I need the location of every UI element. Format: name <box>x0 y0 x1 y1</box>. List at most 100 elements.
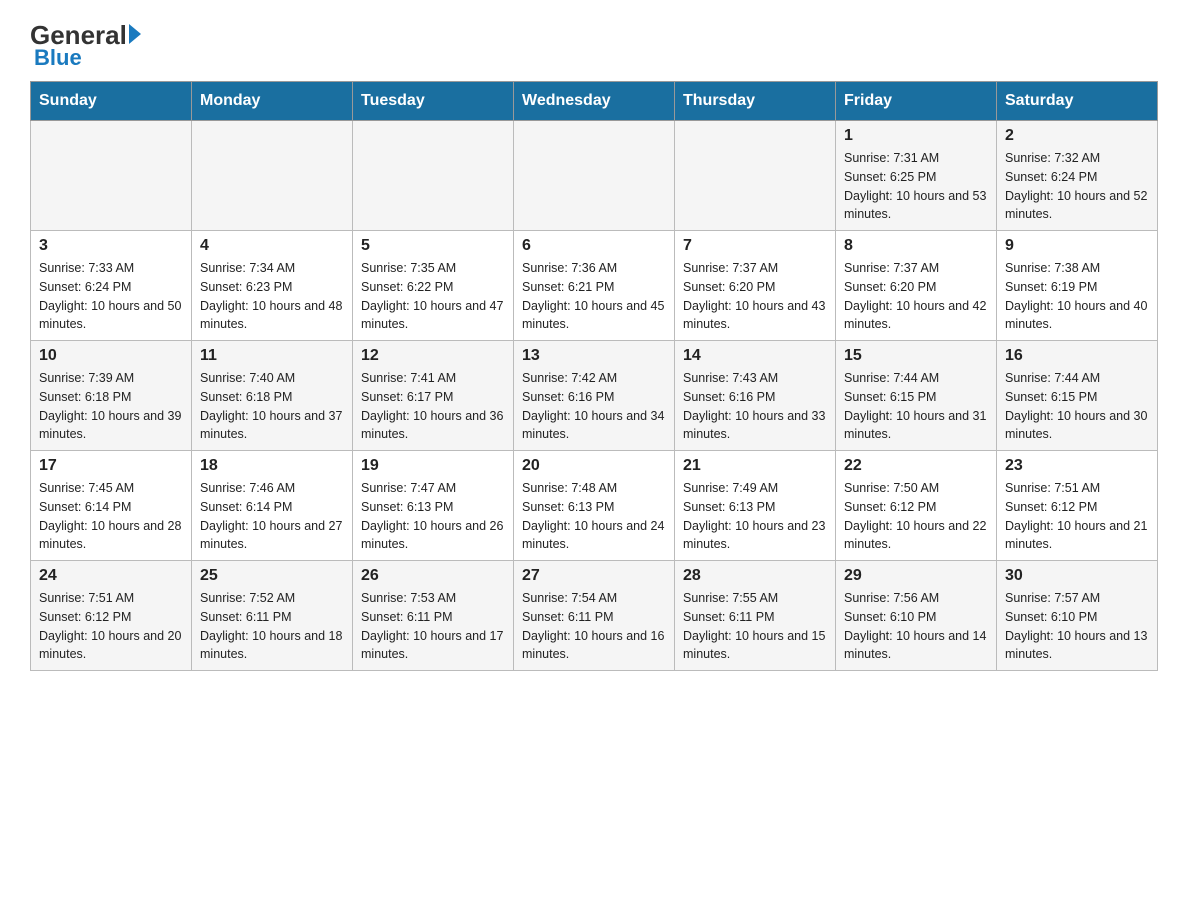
day-info: Sunrise: 7:52 AMSunset: 6:11 PMDaylight:… <box>200 589 344 664</box>
day-number: 29 <box>844 567 988 585</box>
day-info: Sunrise: 7:47 AMSunset: 6:13 PMDaylight:… <box>361 479 505 554</box>
calendar-cell: 1 Sunrise: 7:31 AMSunset: 6:25 PMDaylight… <box>836 121 997 231</box>
logo-arrow-icon <box>129 24 141 44</box>
day-info: Sunrise: 7:33 AMSunset: 6:24 PMDaylight:… <box>39 259 183 334</box>
day-number: 21 <box>683 457 827 475</box>
day-number: 22 <box>844 457 988 475</box>
weekday-header-saturday: Saturday <box>997 82 1158 121</box>
day-number: 9 <box>1005 237 1149 255</box>
day-info: Sunrise: 7:56 AMSunset: 6:10 PMDaylight:… <box>844 589 988 664</box>
calendar-table: SundayMondayTuesdayWednesdayThursdayFrid… <box>30 81 1158 671</box>
day-number: 4 <box>200 237 344 255</box>
day-number: 11 <box>200 347 344 365</box>
day-info: Sunrise: 7:51 AMSunset: 6:12 PMDaylight:… <box>1005 479 1149 554</box>
weekday-header-row: SundayMondayTuesdayWednesdayThursdayFrid… <box>31 82 1158 121</box>
calendar-cell: 20Sunrise: 7:48 AMSunset: 6:13 PMDayligh… <box>514 451 675 561</box>
day-number: 6 <box>522 237 666 255</box>
day-info: Sunrise: 7:53 AMSunset: 6:11 PMDaylight:… <box>361 589 505 664</box>
calendar-cell: 21 Sunrise: 7:49 AMSunset: 6:13 PMDayligh… <box>675 451 836 561</box>
calendar-cell: 5 Sunrise: 7:35 AMSunset: 6:22 PMDaylight… <box>353 231 514 341</box>
day-info: Sunrise: 7:50 AMSunset: 6:12 PMDaylight:… <box>844 479 988 554</box>
calendar-cell: 29 Sunrise: 7:56 AMSunset: 6:10 PMDayligh… <box>836 561 997 671</box>
day-number: 19 <box>361 457 505 475</box>
day-info: Sunrise: 7:41 AMSunset: 6:17 PMDaylight:… <box>361 369 505 444</box>
calendar-cell: 16 Sunrise: 7:44 AMSunset: 6:15 PMDayligh… <box>997 341 1158 451</box>
weekday-header-thursday: Thursday <box>675 82 836 121</box>
weekday-header-friday: Friday <box>836 82 997 121</box>
day-number: 12 <box>361 347 505 365</box>
calendar-cell: 4 Sunrise: 7:34 AMSunset: 6:23 PMDaylight… <box>192 231 353 341</box>
calendar-cell: 18Sunrise: 7:46 AMSunset: 6:14 PMDayligh… <box>192 451 353 561</box>
day-number: 27 <box>522 567 666 585</box>
weekday-header-wednesday: Wednesday <box>514 82 675 121</box>
day-info: Sunrise: 7:35 AMSunset: 6:22 PMDaylight:… <box>361 259 505 334</box>
day-info: Sunrise: 7:37 AMSunset: 6:20 PMDaylight:… <box>683 259 827 334</box>
day-info: Sunrise: 7:57 AMSunset: 6:10 PMDaylight:… <box>1005 589 1149 664</box>
calendar-cell: 12 Sunrise: 7:41 AMSunset: 6:17 PMDayligh… <box>353 341 514 451</box>
calendar-cell: 10Sunrise: 7:39 AMSunset: 6:18 PMDayligh… <box>31 341 192 451</box>
day-info: Sunrise: 7:32 AMSunset: 6:24 PMDaylight:… <box>1005 149 1149 224</box>
day-info: Sunrise: 7:39 AMSunset: 6:18 PMDaylight:… <box>39 369 183 444</box>
day-info: Sunrise: 7:34 AMSunset: 6:23 PMDaylight:… <box>200 259 344 334</box>
calendar-cell <box>514 121 675 231</box>
weekday-header-sunday: Sunday <box>31 82 192 121</box>
weekday-header-monday: Monday <box>192 82 353 121</box>
calendar-cell: 30 Sunrise: 7:57 AMSunset: 6:10 PMDayligh… <box>997 561 1158 671</box>
calendar-week-row: 10Sunrise: 7:39 AMSunset: 6:18 PMDayligh… <box>31 341 1158 451</box>
day-number: 30 <box>1005 567 1149 585</box>
day-number: 5 <box>361 237 505 255</box>
day-info: Sunrise: 7:31 AMSunset: 6:25 PMDaylight:… <box>844 149 988 224</box>
calendar-cell <box>675 121 836 231</box>
logo: General Blue <box>30 20 141 71</box>
day-number: 17 <box>39 457 183 475</box>
day-number: 1 <box>844 127 988 145</box>
day-info: Sunrise: 7:40 AMSunset: 6:18 PMDaylight:… <box>200 369 344 444</box>
calendar-cell: 13 Sunrise: 7:42 AMSunset: 6:16 PMDayligh… <box>514 341 675 451</box>
day-number: 24 <box>39 567 183 585</box>
day-info: Sunrise: 7:42 AMSunset: 6:16 PMDaylight:… <box>522 369 666 444</box>
day-info: Sunrise: 7:48 AMSunset: 6:13 PMDaylight:… <box>522 479 666 554</box>
day-info: Sunrise: 7:36 AMSunset: 6:21 PMDaylight:… <box>522 259 666 334</box>
calendar-cell: 2Sunrise: 7:32 AMSunset: 6:24 PMDaylight… <box>997 121 1158 231</box>
day-info: Sunrise: 7:38 AMSunset: 6:19 PMDaylight:… <box>1005 259 1149 334</box>
day-info: Sunrise: 7:43 AMSunset: 6:16 PMDaylight:… <box>683 369 827 444</box>
calendar-cell: 9 Sunrise: 7:38 AMSunset: 6:19 PMDaylight… <box>997 231 1158 341</box>
calendar-cell: 27 Sunrise: 7:54 AMSunset: 6:11 PMDayligh… <box>514 561 675 671</box>
calendar-week-row: 3 Sunrise: 7:33 AMSunset: 6:24 PMDaylight… <box>31 231 1158 341</box>
calendar-cell: 15 Sunrise: 7:44 AMSunset: 6:15 PMDayligh… <box>836 341 997 451</box>
calendar-week-row: 24 Sunrise: 7:51 AMSunset: 6:12 PMDayligh… <box>31 561 1158 671</box>
day-info: Sunrise: 7:44 AMSunset: 6:15 PMDaylight:… <box>1005 369 1149 444</box>
calendar-cell: 28 Sunrise: 7:55 AMSunset: 6:11 PMDayligh… <box>675 561 836 671</box>
day-number: 25 <box>200 567 344 585</box>
calendar-cell: 6 Sunrise: 7:36 AMSunset: 6:21 PMDaylight… <box>514 231 675 341</box>
day-info: Sunrise: 7:37 AMSunset: 6:20 PMDaylight:… <box>844 259 988 334</box>
day-info: Sunrise: 7:45 AMSunset: 6:14 PMDaylight:… <box>39 479 183 554</box>
calendar-cell: 22 Sunrise: 7:50 AMSunset: 6:12 PMDayligh… <box>836 451 997 561</box>
calendar-cell: 24 Sunrise: 7:51 AMSunset: 6:12 PMDayligh… <box>31 561 192 671</box>
day-info: Sunrise: 7:54 AMSunset: 6:11 PMDaylight:… <box>522 589 666 664</box>
calendar-cell <box>192 121 353 231</box>
day-number: 7 <box>683 237 827 255</box>
day-number: 3 <box>39 237 183 255</box>
day-info: Sunrise: 7:55 AMSunset: 6:11 PMDaylight:… <box>683 589 827 664</box>
weekday-header-tuesday: Tuesday <box>353 82 514 121</box>
calendar-cell: 7 Sunrise: 7:37 AMSunset: 6:20 PMDaylight… <box>675 231 836 341</box>
day-number: 8 <box>844 237 988 255</box>
day-number: 15 <box>844 347 988 365</box>
calendar-cell: 19 Sunrise: 7:47 AMSunset: 6:13 PMDayligh… <box>353 451 514 561</box>
calendar-cell: 26 Sunrise: 7:53 AMSunset: 6:11 PMDayligh… <box>353 561 514 671</box>
calendar-cell: 25 Sunrise: 7:52 AMSunset: 6:11 PMDayligh… <box>192 561 353 671</box>
calendar-cell <box>31 121 192 231</box>
calendar-cell: 17 Sunrise: 7:45 AMSunset: 6:14 PMDayligh… <box>31 451 192 561</box>
calendar-week-row: 1 Sunrise: 7:31 AMSunset: 6:25 PMDaylight… <box>31 121 1158 231</box>
day-number: 16 <box>1005 347 1149 365</box>
day-number: 28 <box>683 567 827 585</box>
day-info: Sunrise: 7:49 AMSunset: 6:13 PMDaylight:… <box>683 479 827 554</box>
day-info: Sunrise: 7:46 AMSunset: 6:14 PMDaylight:… <box>200 479 344 554</box>
calendar-cell <box>353 121 514 231</box>
day-number: 26 <box>361 567 505 585</box>
day-info: Sunrise: 7:44 AMSunset: 6:15 PMDaylight:… <box>844 369 988 444</box>
day-info: Sunrise: 7:51 AMSunset: 6:12 PMDaylight:… <box>39 589 183 664</box>
day-number: 13 <box>522 347 666 365</box>
calendar-cell: 14Sunrise: 7:43 AMSunset: 6:16 PMDayligh… <box>675 341 836 451</box>
